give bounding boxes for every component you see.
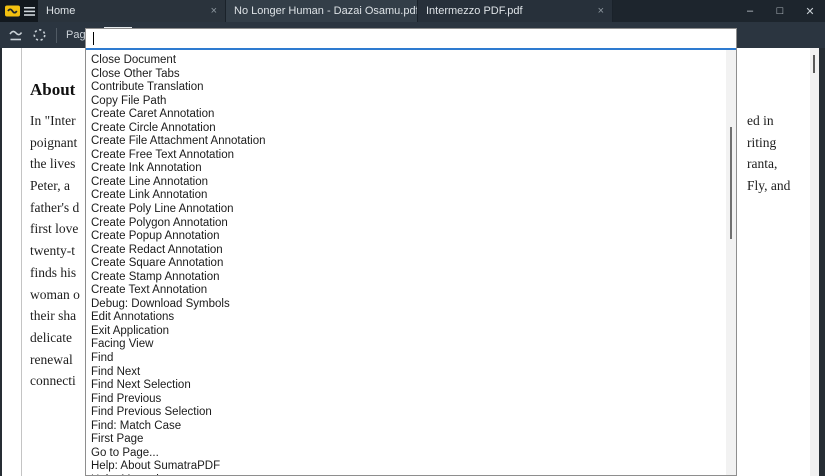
command-item[interactable]: Create File Attachment Annotation xyxy=(86,135,726,149)
titlebar: Home×No Longer Human - Dazai Osamu.pdf×I… xyxy=(0,0,825,22)
command-item[interactable]: Create Free Text Annotation xyxy=(86,149,726,163)
document-heading: About xyxy=(30,80,76,99)
toolbar-separator xyxy=(56,27,57,43)
command-item[interactable]: Create Link Annotation xyxy=(86,189,726,203)
document-text-line: Fly, and xyxy=(747,178,791,194)
command-item[interactable]: Find Previous Selection xyxy=(86,406,726,420)
command-item[interactable]: Create Stamp Annotation xyxy=(86,271,726,285)
command-item[interactable]: Create Redact Annotation xyxy=(86,244,726,258)
command-item[interactable]: Contribute Translation xyxy=(86,81,726,95)
tab-label: No Longer Human - Dazai Osamu.pdf xyxy=(234,5,418,17)
command-item[interactable]: Help: About SumatraPDF xyxy=(86,460,726,474)
command-item[interactable]: Facing View xyxy=(86,338,726,352)
document-left-column: In "Inter poignant the lives Peter, a father… xyxy=(30,110,86,392)
command-item[interactable]: Close Document xyxy=(86,54,726,68)
tab-home[interactable]: Home × xyxy=(38,0,226,22)
document-text-line: delicate xyxy=(30,329,72,345)
titlebar-logo-area xyxy=(0,0,38,22)
document-text-line: riting xyxy=(747,134,777,150)
tab-bar: Home×No Longer Human - Dazai Osamu.pdf×I… xyxy=(38,0,613,22)
close-window-button[interactable]: ✕ xyxy=(795,0,825,22)
tab-label: Intermezzo PDF.pdf xyxy=(426,5,523,17)
command-item[interactable]: Find Next xyxy=(86,366,726,380)
fit-page-icon[interactable] xyxy=(32,28,47,42)
command-item[interactable]: Create Caret Annotation xyxy=(86,108,726,122)
tab-close-icon[interactable]: × xyxy=(205,5,217,17)
command-list-scrollbar-thumb[interactable] xyxy=(730,127,732,239)
document-text-line: poignant xyxy=(30,134,78,150)
command-item[interactable]: Debug: Download Symbols xyxy=(86,298,726,312)
document-text-line: ed in xyxy=(747,113,774,128)
sumatrapdf-window: Home×No Longer Human - Dazai Osamu.pdf×I… xyxy=(0,0,825,476)
tab-close-icon[interactable]: × xyxy=(592,5,604,17)
tab-document[interactable]: Intermezzo PDF.pdf × xyxy=(418,0,613,22)
command-item[interactable]: Create Poly Line Annotation xyxy=(86,203,726,217)
page-edge-line xyxy=(21,48,22,476)
document-text-line: woman o xyxy=(30,286,80,302)
document-scrollbar[interactable] xyxy=(810,48,819,476)
tab-document[interactable]: No Longer Human - Dazai Osamu.pdf× xyxy=(226,0,418,22)
document-text-line: their sha xyxy=(30,308,77,324)
command-item[interactable]: Create Circle Annotation xyxy=(86,122,726,136)
scroll-view-icon[interactable] xyxy=(8,29,23,42)
command-item[interactable]: Create Line Annotation xyxy=(86,176,726,190)
minimize-button[interactable]: – xyxy=(735,0,765,22)
window-controls: – □ ✕ xyxy=(735,0,825,22)
document-text-line: first love xyxy=(30,221,79,237)
document-scrollbar-thumb[interactable] xyxy=(813,55,815,73)
command-palette: Close Document Close Other Tabs Contribute… xyxy=(85,28,737,476)
command-item[interactable]: Exit Application xyxy=(86,325,726,339)
menu-hamburger-icon[interactable] xyxy=(24,6,35,16)
command-item[interactable]: First Page xyxy=(86,433,726,447)
command-item[interactable]: Edit Annotations xyxy=(86,311,726,325)
command-item[interactable]: Copy File Path xyxy=(86,95,726,109)
command-item[interactable]: Go to Page... xyxy=(86,447,726,461)
tab-label: Home xyxy=(46,5,76,17)
command-item[interactable]: Create Ink Annotation xyxy=(86,162,726,176)
document-text-line: connecti xyxy=(30,373,76,389)
document-text-line: finds his xyxy=(30,264,77,280)
document-right-column: ed in riting ranta, Fly, and xyxy=(747,110,809,197)
command-item[interactable]: Find Previous xyxy=(86,393,726,407)
command-item[interactable]: Create Text Annotation xyxy=(86,284,726,298)
command-item[interactable]: Create Popup Annotation xyxy=(86,230,726,244)
document-text-line: renewal xyxy=(30,351,73,367)
command-item[interactable]: Create Square Annotation xyxy=(86,257,726,271)
command-palette-input[interactable] xyxy=(86,29,736,50)
document-text-line: father's d xyxy=(30,199,80,215)
command-item[interactable]: Find xyxy=(86,352,726,366)
command-item[interactable]: Find Next Selection xyxy=(86,379,726,393)
document-text-line: ranta, xyxy=(747,156,778,172)
command-item[interactable]: Find: Match Case xyxy=(86,420,726,434)
sumatrapdf-logo-icon xyxy=(5,5,20,17)
command-list: Close Document Close Other Tabs Contribute… xyxy=(86,50,726,475)
document-text-line: twenty-t xyxy=(30,243,75,259)
maximize-button[interactable]: □ xyxy=(765,0,795,22)
document-text-line: Peter, a xyxy=(30,178,70,194)
command-item[interactable]: Create Polygon Annotation xyxy=(86,217,726,231)
command-item[interactable]: Close Other Tabs xyxy=(86,68,726,82)
text-caret xyxy=(93,32,94,45)
command-list-scrollbar[interactable] xyxy=(726,50,736,475)
document-text-line: the lives xyxy=(30,156,76,172)
document-text-line: In "Inter xyxy=(30,113,76,128)
command-item[interactable]: Help: Manual xyxy=(86,474,726,475)
